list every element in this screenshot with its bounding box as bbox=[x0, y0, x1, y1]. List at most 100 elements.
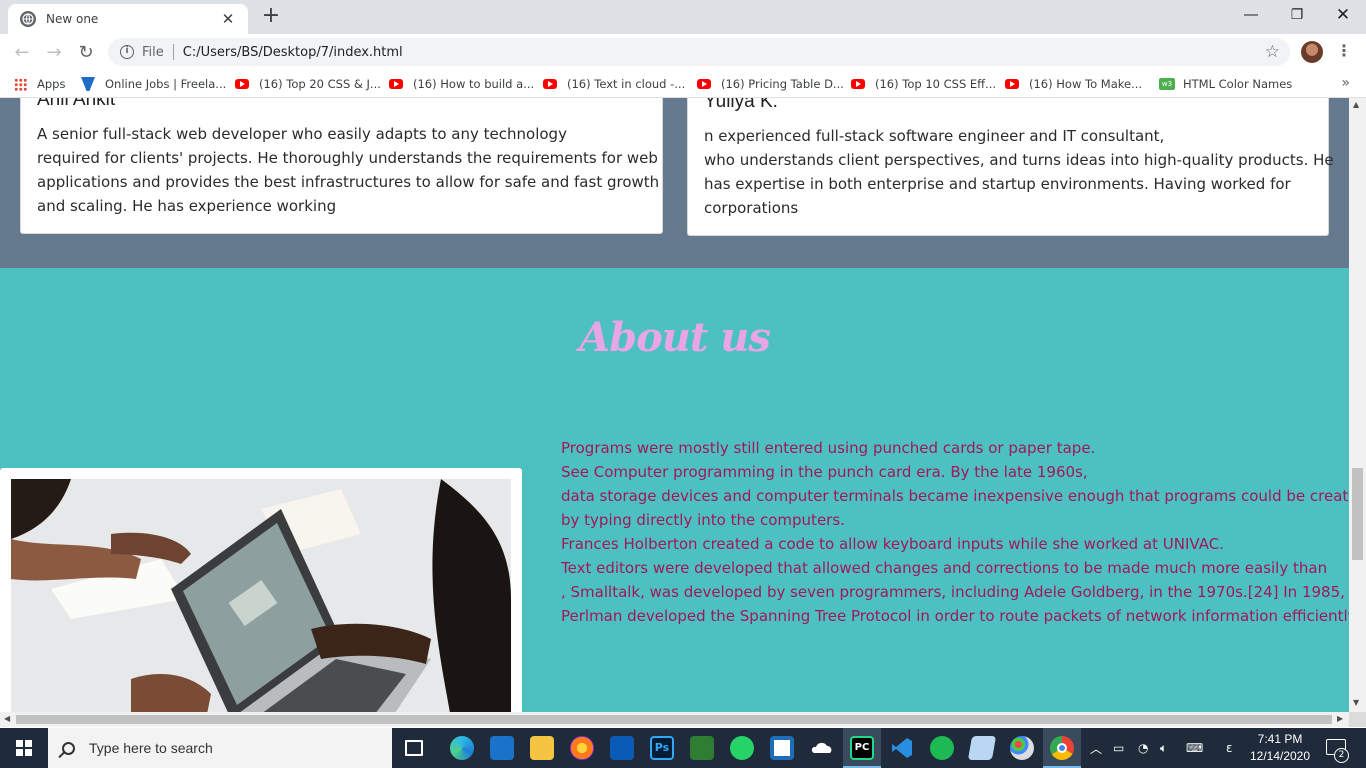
start-button[interactable] bbox=[0, 728, 48, 768]
about-line: data storage devices and computer termin… bbox=[561, 487, 1349, 505]
task-view-icon[interactable] bbox=[405, 740, 423, 756]
pycharm-icon[interactable]: PC bbox=[850, 736, 874, 760]
new-tab-button[interactable]: + bbox=[260, 5, 282, 27]
youtube-icon bbox=[389, 79, 403, 89]
description-line: has expertise in both enterprise and sta… bbox=[704, 175, 1291, 193]
bookmark-html-colors[interactable]: w3 HTML Color Names bbox=[1159, 76, 1292, 92]
menu-kebab-icon[interactable]: ⋮ bbox=[1336, 41, 1352, 60]
bookmark-youtube-2[interactable]: (16) How to build a... bbox=[389, 76, 534, 92]
horizontal-scrollbar[interactable]: ◀ ▶ bbox=[0, 712, 1349, 727]
notification-count: 2 bbox=[1334, 748, 1349, 763]
search-icon bbox=[62, 741, 75, 755]
apps-grid-icon bbox=[14, 77, 27, 91]
browser-tab[interactable]: New one ✕ bbox=[8, 4, 248, 34]
app-frame-icon[interactable] bbox=[770, 736, 794, 760]
photoshop-icon[interactable]: Ps bbox=[650, 736, 674, 760]
horizontal-scroll-thumb[interactable] bbox=[16, 715, 1332, 724]
vertical-scroll-thumb[interactable] bbox=[1352, 468, 1363, 560]
youtube-icon bbox=[1005, 79, 1019, 89]
about-paragraph: Programs were mostly still entered using… bbox=[561, 436, 1349, 628]
reload-button[interactable]: ↻ bbox=[74, 40, 98, 64]
url-text[interactable]: C:/Users/BS/Desktop/7/index.html bbox=[183, 45, 403, 60]
address-bar[interactable]: i File C:/Users/BS/Desktop/7/index.html … bbox=[108, 38, 1290, 66]
scroll-up-icon[interactable]: ▲ bbox=[1353, 100, 1359, 109]
description-line: A senior full-stack web developer who ea… bbox=[37, 125, 567, 143]
youtube-icon bbox=[235, 79, 249, 89]
info-icon[interactable]: i bbox=[120, 45, 134, 59]
tab-title: New one bbox=[46, 12, 99, 26]
tab-strip: New one ✕ + ― ❐ ✕ bbox=[0, 0, 1366, 34]
keyboard-icon[interactable]: ⌨︎ bbox=[1186, 728, 1203, 768]
about-line: by typing directly into the computers. bbox=[561, 511, 845, 529]
youtube-icon bbox=[697, 79, 711, 89]
scroll-left-icon[interactable]: ◀ bbox=[4, 714, 10, 723]
bookmark-youtube-6[interactable]: (16) How To Make... bbox=[1005, 76, 1142, 92]
taskbar-clock[interactable]: 7:41 PM 12/14/2020 bbox=[1248, 731, 1312, 765]
url-scheme-label: File bbox=[142, 44, 164, 60]
arrow-right-icon: → bbox=[46, 41, 62, 63]
minimize-button[interactable]: ― bbox=[1228, 0, 1274, 30]
edge-icon[interactable] bbox=[450, 736, 474, 760]
description-line: corporations bbox=[704, 199, 799, 217]
onlinejobs-icon bbox=[81, 77, 95, 91]
paint-icon[interactable] bbox=[1010, 736, 1034, 760]
sheets-icon[interactable] bbox=[690, 736, 714, 760]
browser-toolbar: ← → ↻ i File C:/Users/BS/Desktop/7/index… bbox=[0, 34, 1366, 70]
about-line: See Computer programming in the punch ca… bbox=[561, 463, 1088, 481]
mail-icon[interactable] bbox=[490, 736, 514, 760]
description-line: applications and provides the best infra… bbox=[37, 173, 660, 191]
bookmark-online-jobs[interactable]: Online Jobs | Freela... bbox=[81, 76, 226, 92]
profile-avatar[interactable] bbox=[1301, 41, 1323, 63]
about-line: Perlman developed the Spanning Tree Prot… bbox=[561, 607, 1349, 625]
volume-icon[interactable]: 🔈︎ bbox=[1160, 728, 1167, 768]
vertical-scrollbar[interactable]: ▲ ▼ bbox=[1349, 98, 1366, 712]
close-window-button[interactable]: ✕ bbox=[1320, 0, 1366, 30]
bookmark-youtube-5[interactable]: (16) Top 10 CSS Eff... bbox=[851, 76, 996, 92]
firefox-icon[interactable] bbox=[570, 736, 594, 760]
close-tab-icon[interactable]: ✕ bbox=[220, 10, 236, 28]
bookmark-apps[interactable]: Apps bbox=[14, 76, 65, 92]
battery-icon[interactable]: ▭ bbox=[1113, 728, 1124, 768]
bookmark-label: (16) Top 20 CSS & J... bbox=[259, 77, 381, 91]
chevron-up-icon: ︿ bbox=[1090, 741, 1103, 756]
notepad-icon[interactable] bbox=[967, 736, 997, 760]
about-section: About us Programs were mostly still ente… bbox=[0, 268, 1349, 712]
developer-card: Anil Ankit A senior full-stack web devel… bbox=[20, 98, 663, 234]
file-explorer-icon[interactable] bbox=[530, 736, 554, 760]
developer-description: n experienced full-stack software engine… bbox=[704, 124, 1334, 220]
description-line: n experienced full-stack software engine… bbox=[704, 127, 1165, 145]
about-line: , Smalltalk, was developed by seven prog… bbox=[561, 583, 1349, 601]
about-line: Text editors were developed that allowed… bbox=[561, 559, 1328, 577]
onedrive-icon[interactable] bbox=[810, 736, 834, 760]
whatsapp-icon[interactable] bbox=[730, 736, 754, 760]
scroll-right-icon[interactable]: ▶ bbox=[1337, 714, 1343, 723]
developer-name: Yuliya K. bbox=[704, 98, 778, 112]
spotify-icon[interactable] bbox=[930, 736, 954, 760]
input-indicator[interactable]: ε bbox=[1226, 728, 1233, 768]
show-hidden-icons-button[interactable]: ︿ bbox=[1090, 728, 1102, 768]
laptop-photo-illustration bbox=[11, 479, 511, 712]
scrollbar-corner bbox=[1349, 712, 1366, 727]
youtube-icon bbox=[543, 79, 557, 89]
bookmark-label: Apps bbox=[37, 77, 66, 91]
wifi-icon[interactable]: ◔ bbox=[1138, 728, 1148, 768]
about-line: Programs were mostly still entered using… bbox=[561, 439, 1096, 457]
back-button[interactable]: ← bbox=[10, 40, 34, 64]
page-viewport: Anil Ankit A senior full-stack web devel… bbox=[0, 98, 1349, 712]
search-placeholder: Type here to search bbox=[89, 740, 213, 756]
bookmark-youtube-1[interactable]: (16) Top 20 CSS & J... bbox=[235, 76, 381, 92]
bookmark-youtube-4[interactable]: (16) Pricing Table D... bbox=[697, 76, 844, 92]
bookmark-star-icon[interactable]: ☆ bbox=[1265, 42, 1280, 62]
chrome-icon[interactable] bbox=[1050, 736, 1074, 760]
restore-button[interactable]: ❐ bbox=[1274, 0, 1320, 30]
forward-button[interactable]: → bbox=[42, 40, 66, 64]
vscode-icon[interactable] bbox=[890, 736, 914, 760]
taskbar-search[interactable]: Type here to search bbox=[48, 728, 392, 768]
bookmarks-overflow-icon[interactable]: » bbox=[1341, 75, 1350, 91]
bookmark-youtube-3[interactable]: (16) Text in cloud -... bbox=[543, 76, 685, 92]
about-line: Frances Holberton created a code to allo… bbox=[561, 535, 1224, 553]
youtube-icon bbox=[851, 79, 865, 89]
scroll-down-icon[interactable]: ▼ bbox=[1353, 698, 1359, 707]
store-icon[interactable] bbox=[610, 736, 634, 760]
clock-date: 12/14/2020 bbox=[1249, 749, 1311, 763]
